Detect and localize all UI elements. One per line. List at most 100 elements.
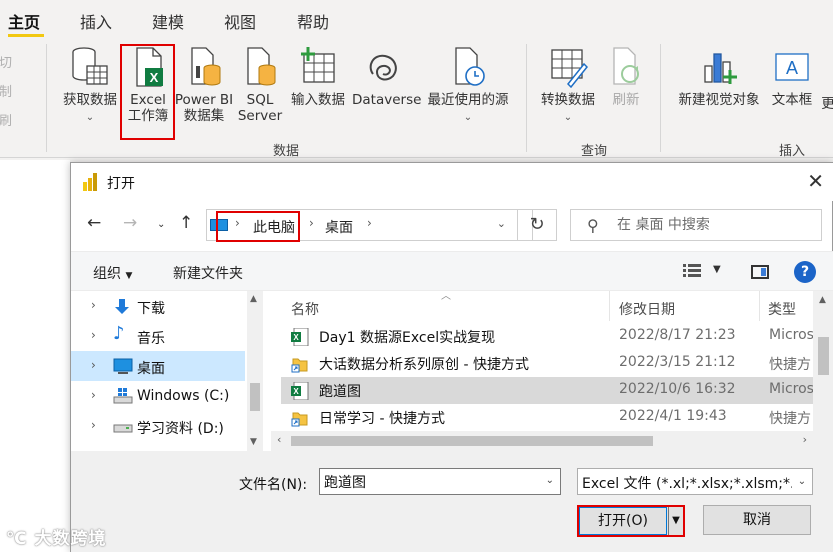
file-type: Micros	[769, 327, 814, 343]
scroll-up-icon[interactable]: ▲	[250, 294, 257, 304]
more-button[interactable]: 更	[818, 96, 833, 112]
scrollbar-thumb[interactable]	[291, 436, 653, 446]
filename-input[interactable]	[324, 472, 524, 491]
forward-arrow-icon[interactable]: →	[123, 213, 137, 233]
cut-button[interactable]: 剪切	[0, 52, 12, 71]
breadcrumb-desktop[interactable]: 桌面	[325, 217, 353, 237]
column-header-type[interactable]: 类型	[768, 299, 796, 319]
text-box-button[interactable]: A 文本框	[768, 46, 816, 108]
column-header-name[interactable]: 名称	[291, 299, 319, 319]
scrollbar-thumb[interactable]	[250, 383, 260, 411]
sort-ascending-icon: ︿	[441, 291, 451, 302]
desktop-icon	[113, 358, 133, 374]
file-row[interactable]: 大话数据分析系列原创 - 快捷方式 2022/3/15 21:12 快捷方	[281, 350, 833, 377]
group-label-insert: 插入	[779, 144, 806, 159]
chevron-right-icon: ›	[91, 358, 96, 372]
nav-item-downloads[interactable]: › 下载	[71, 291, 245, 321]
file-type: 快捷方	[769, 357, 811, 373]
svg-text:X: X	[293, 387, 299, 396]
file-date: 2022/3/15 21:12	[619, 354, 736, 370]
file-type: Micros	[769, 381, 814, 397]
format-painter-button[interactable]: 格式刷	[0, 110, 12, 129]
enter-data-button[interactable]: 输入数据	[286, 46, 350, 108]
new-visual-button[interactable]: 新建视觉对象	[672, 46, 766, 108]
dataverse-icon	[369, 54, 397, 81]
file-row-selected[interactable]: X 跑道图 2022/10/6 16:32 Micros	[281, 377, 833, 404]
file-type: 快捷方	[769, 411, 811, 427]
nav-pane-scrollbar[interactable]: ▲ ▼	[247, 291, 263, 451]
file-date: 2022/8/17 21:23	[619, 327, 736, 343]
menu-bar: 主页 插入 建模 视图 帮助	[0, 0, 833, 38]
sql-server-button[interactable]: SQL Server	[236, 46, 284, 124]
organize-button[interactable]: 组织 ▼	[93, 263, 132, 283]
preview-pane-icon[interactable]	[751, 265, 769, 279]
file-date: 2022/4/1 19:43	[619, 408, 727, 424]
chevron-down-icon[interactable]: ⌄	[546, 475, 554, 486]
tab-help[interactable]: 帮助	[297, 9, 329, 33]
file-row[interactable]: 日常学习 - 快捷方式 2022/4/1 19:43 快捷方	[281, 404, 833, 431]
copy-button[interactable]: 复制	[0, 81, 12, 100]
open-button-label[interactable]: 打开(O)	[579, 507, 667, 535]
address-row: ← → ⌄ ↑ › 此电脑 › 桌面 › ⌄ ↻ ⚲	[71, 203, 833, 247]
scroll-down-icon[interactable]: ▼	[250, 437, 257, 447]
file-list-horizontal-scrollbar[interactable]: ‹ ›	[271, 431, 813, 451]
back-arrow-icon[interactable]: ←	[87, 213, 101, 233]
nav-item-desktop[interactable]: › 桌面	[71, 351, 245, 381]
tab-view[interactable]: 视图	[224, 9, 256, 33]
file-name: 跑道图	[319, 384, 361, 400]
new-folder-button[interactable]: 新建文件夹	[173, 263, 243, 283]
power-bi-icon	[83, 173, 97, 191]
scroll-left-icon[interactable]: ‹	[277, 433, 281, 446]
scroll-right-icon[interactable]: ›	[803, 433, 807, 446]
view-options-icon[interactable]	[683, 264, 701, 278]
chevron-down-icon: ⌄	[563, 112, 573, 123]
file-name: 日常学习 - 快捷方式	[319, 411, 445, 427]
file-list-vertical-scrollbar[interactable]: ▲	[813, 291, 833, 451]
group-label-data: 数据	[273, 144, 300, 159]
refresh-folder-button[interactable]: ↻	[517, 209, 557, 241]
scroll-up-icon[interactable]: ▲	[819, 295, 826, 305]
tab-insert[interactable]: 插入	[80, 9, 112, 33]
help-icon[interactable]: ?	[794, 261, 816, 283]
transform-data-button[interactable]: 转换数据 ⌄	[536, 46, 600, 126]
nav-item-drive-d[interactable]: › 学习资料 (D:)	[71, 411, 245, 441]
open-split-dropdown-icon[interactable]: ▼	[668, 507, 683, 535]
dataverse-button[interactable]: Dataverse	[352, 46, 421, 108]
navigation-pane: › 下载 › ♪ 音乐 › 桌面 › Windows (C:) › 学习资料 (…	[71, 291, 263, 451]
dialog-footer: 文件名(N): ⌄ Excel 文件 (*.xl;*.xlsx;*.xlsm;*…	[71, 451, 833, 552]
refresh-button[interactable]: 刷新	[606, 46, 646, 108]
power-bi-datasets-button[interactable]: Power BI 数据集	[174, 46, 234, 124]
search-box[interactable]: ⚲	[570, 209, 822, 241]
nav-item-windows-c[interactable]: › Windows (C:)	[71, 381, 245, 411]
column-header-date[interactable]: 修改日期	[619, 299, 675, 319]
tab-home[interactable]: 主页	[8, 9, 40, 33]
new-visual-icon	[704, 53, 737, 84]
up-arrow-icon[interactable]: ↑	[179, 213, 193, 233]
transform-data-icon	[551, 49, 588, 88]
column-divider[interactable]	[759, 291, 760, 321]
open-file-dialog: 打开 ✕ ← → ⌄ ↑ › 此电脑 › 桌面 › ⌄ ↻ ⚲ 组织 ▼ 新建文…	[70, 162, 833, 552]
cancel-button[interactable]: 取消	[703, 505, 811, 535]
close-icon[interactable]: ✕	[807, 169, 824, 193]
chevron-down-icon: ▼	[125, 271, 133, 281]
filename-combobox[interactable]: ⌄	[319, 468, 561, 495]
file-type-filter[interactable]: Excel 文件 (*.xl;*.xlsx;*.xlsm;*. ⌄	[577, 468, 813, 495]
tab-modeling[interactable]: 建模	[152, 9, 184, 33]
active-tab-indicator	[8, 34, 44, 37]
nav-item-music[interactable]: › ♪ 音乐	[71, 321, 245, 351]
get-data-button[interactable]: 获取数据 ⌄	[58, 46, 122, 126]
scrollbar-thumb[interactable]	[818, 337, 829, 375]
file-row[interactable]: X Day1 数据源Excel实战复现 2022/8/17 21:23 Micr…	[281, 323, 833, 350]
recent-sources-button[interactable]: 最近使用的源 ⌄	[420, 46, 516, 126]
search-input[interactable]	[617, 215, 807, 235]
file-date: 2022/10/6 16:32	[619, 381, 736, 397]
column-divider[interactable]	[609, 291, 610, 321]
recent-locations-chevron-icon[interactable]: ⌄	[157, 219, 165, 230]
open-button[interactable]: 打开(O) ▼	[577, 505, 685, 537]
dialog-toolbar: 组织 ▼ 新建文件夹 ▼ ?	[71, 251, 833, 291]
chevron-right-icon: ›	[91, 388, 96, 402]
dialog-title: 打开	[107, 176, 135, 192]
chevron-down-icon[interactable]: ⌄	[792, 469, 812, 494]
address-dropdown-icon[interactable]: ⌄	[497, 217, 506, 230]
view-dropdown-icon[interactable]: ▼	[713, 264, 721, 275]
